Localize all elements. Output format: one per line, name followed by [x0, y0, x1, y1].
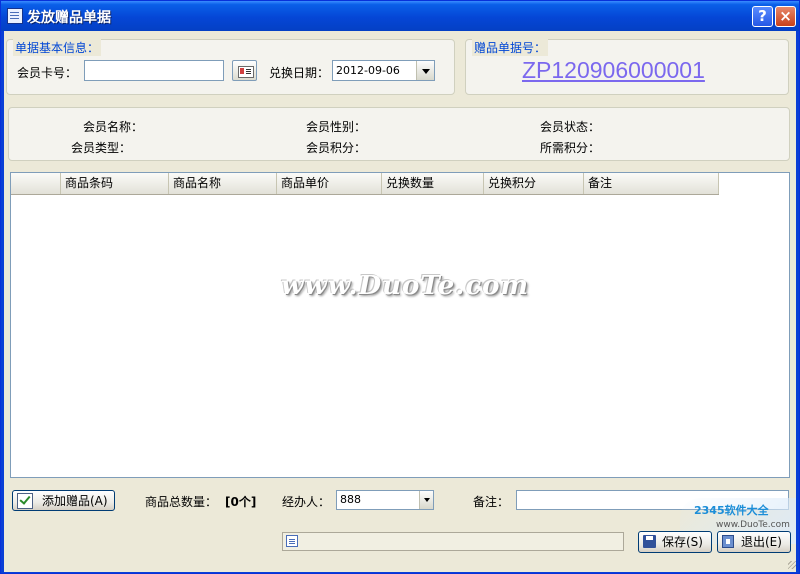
watermark-text: www.DuoTe.com — [281, 271, 530, 301]
member-card-input[interactable] — [84, 60, 224, 81]
exchange-date-label: 兑换日期： — [269, 66, 330, 80]
member-gender-label: 会员性别： — [306, 120, 367, 134]
close-button[interactable]: × — [775, 6, 796, 27]
floppy-disk-icon — [643, 535, 656, 548]
title-bar[interactable]: 发放赠品单据 ? × — [1, 1, 799, 31]
dialog-client-area: 单据基本信息： 会员卡号： 兑换日期： 2012-09-06 赠品单据号： ZP… — [4, 31, 796, 572]
document-icon — [286, 535, 298, 547]
save-label: 保存(S) — [662, 535, 703, 549]
window-title: 发放赠品单据 — [27, 10, 111, 26]
add-gift-button[interactable]: 添加赠品(A) — [12, 490, 115, 511]
total-qty-value: [0个] — [225, 495, 257, 509]
date-dropdown-button[interactable] — [416, 61, 434, 80]
member-lookup-button[interactable] — [232, 60, 257, 81]
exit-door-icon — [722, 535, 734, 548]
brand-logo-url: www.DuoTe.com — [716, 520, 790, 530]
gift-items-table[interactable]: 商品条码 商品名称 商品单价 兑换数量 兑换积分 备注 www.DuoTe.co… — [10, 172, 790, 478]
add-gift-label: 添加赠品(A) — [42, 494, 108, 508]
status-strip — [282, 532, 624, 551]
column-header-product-name[interactable]: 商品名称 — [169, 173, 277, 194]
handler-label: 经办人： — [282, 495, 331, 509]
column-header-unit-price[interactable]: 商品单价 — [277, 173, 382, 194]
table-header: 商品条码 商品名称 商品单价 兑换数量 兑换积分 备注 — [11, 173, 719, 195]
exit-button[interactable]: 退出(E) — [717, 531, 791, 553]
exchange-date-value: 2012-09-06 — [336, 64, 400, 77]
exit-label: 退出(E) — [741, 535, 782, 549]
doc-number-title: 赠品单据号： — [472, 39, 549, 56]
dialog-window: 发放赠品单据 ? × 单据基本信息： 会员卡号： 兑换日期： 2012-09-0… — [0, 0, 800, 574]
resize-grip[interactable] — [788, 561, 796, 569]
basic-info-group: 单据基本信息： 会员卡号： 兑换日期： 2012-09-06 — [6, 39, 455, 95]
basic-info-title: 单据基本信息： — [13, 39, 102, 56]
brand-logo: 2345软件大全 — [694, 504, 769, 517]
handler-dropdown-button[interactable] — [419, 491, 433, 509]
member-points-label: 会员积分： — [306, 141, 367, 155]
remark-label: 备注： — [473, 495, 510, 509]
required-points-label: 所需积分： — [540, 141, 601, 155]
column-header-remark[interactable]: 备注 — [584, 173, 719, 194]
member-info-group: 会员名称： 会员性别： 会员状态： 会员类型： 会员积分： 所需积分： — [8, 107, 790, 161]
member-card-label: 会员卡号： — [17, 66, 78, 80]
column-header-barcode[interactable]: 商品条码 — [61, 173, 169, 194]
chevron-down-icon — [421, 68, 430, 74]
checkbox-check-icon — [17, 493, 33, 509]
column-header-exchange-qty[interactable]: 兑换数量 — [382, 173, 484, 194]
handler-value: 888 — [340, 493, 361, 506]
chevron-down-icon — [423, 498, 430, 502]
member-card-icon — [238, 66, 254, 78]
save-button[interactable]: 保存(S) — [638, 531, 712, 553]
help-button[interactable]: ? — [752, 6, 773, 27]
column-header-row-selector[interactable] — [11, 173, 61, 194]
exchange-date-picker[interactable]: 2012-09-06 — [332, 60, 435, 81]
member-type-label: 会员类型： — [71, 141, 132, 155]
document-icon — [7, 8, 23, 24]
member-status-label: 会员状态： — [540, 120, 601, 134]
handler-select[interactable]: 888 — [336, 490, 434, 510]
column-header-exchange-points[interactable]: 兑换积分 — [484, 173, 584, 194]
doc-number-value: ZP120906000001 — [522, 57, 705, 83]
total-qty-label: 商品总数量： — [145, 495, 218, 509]
member-name-label: 会员名称： — [83, 120, 144, 134]
